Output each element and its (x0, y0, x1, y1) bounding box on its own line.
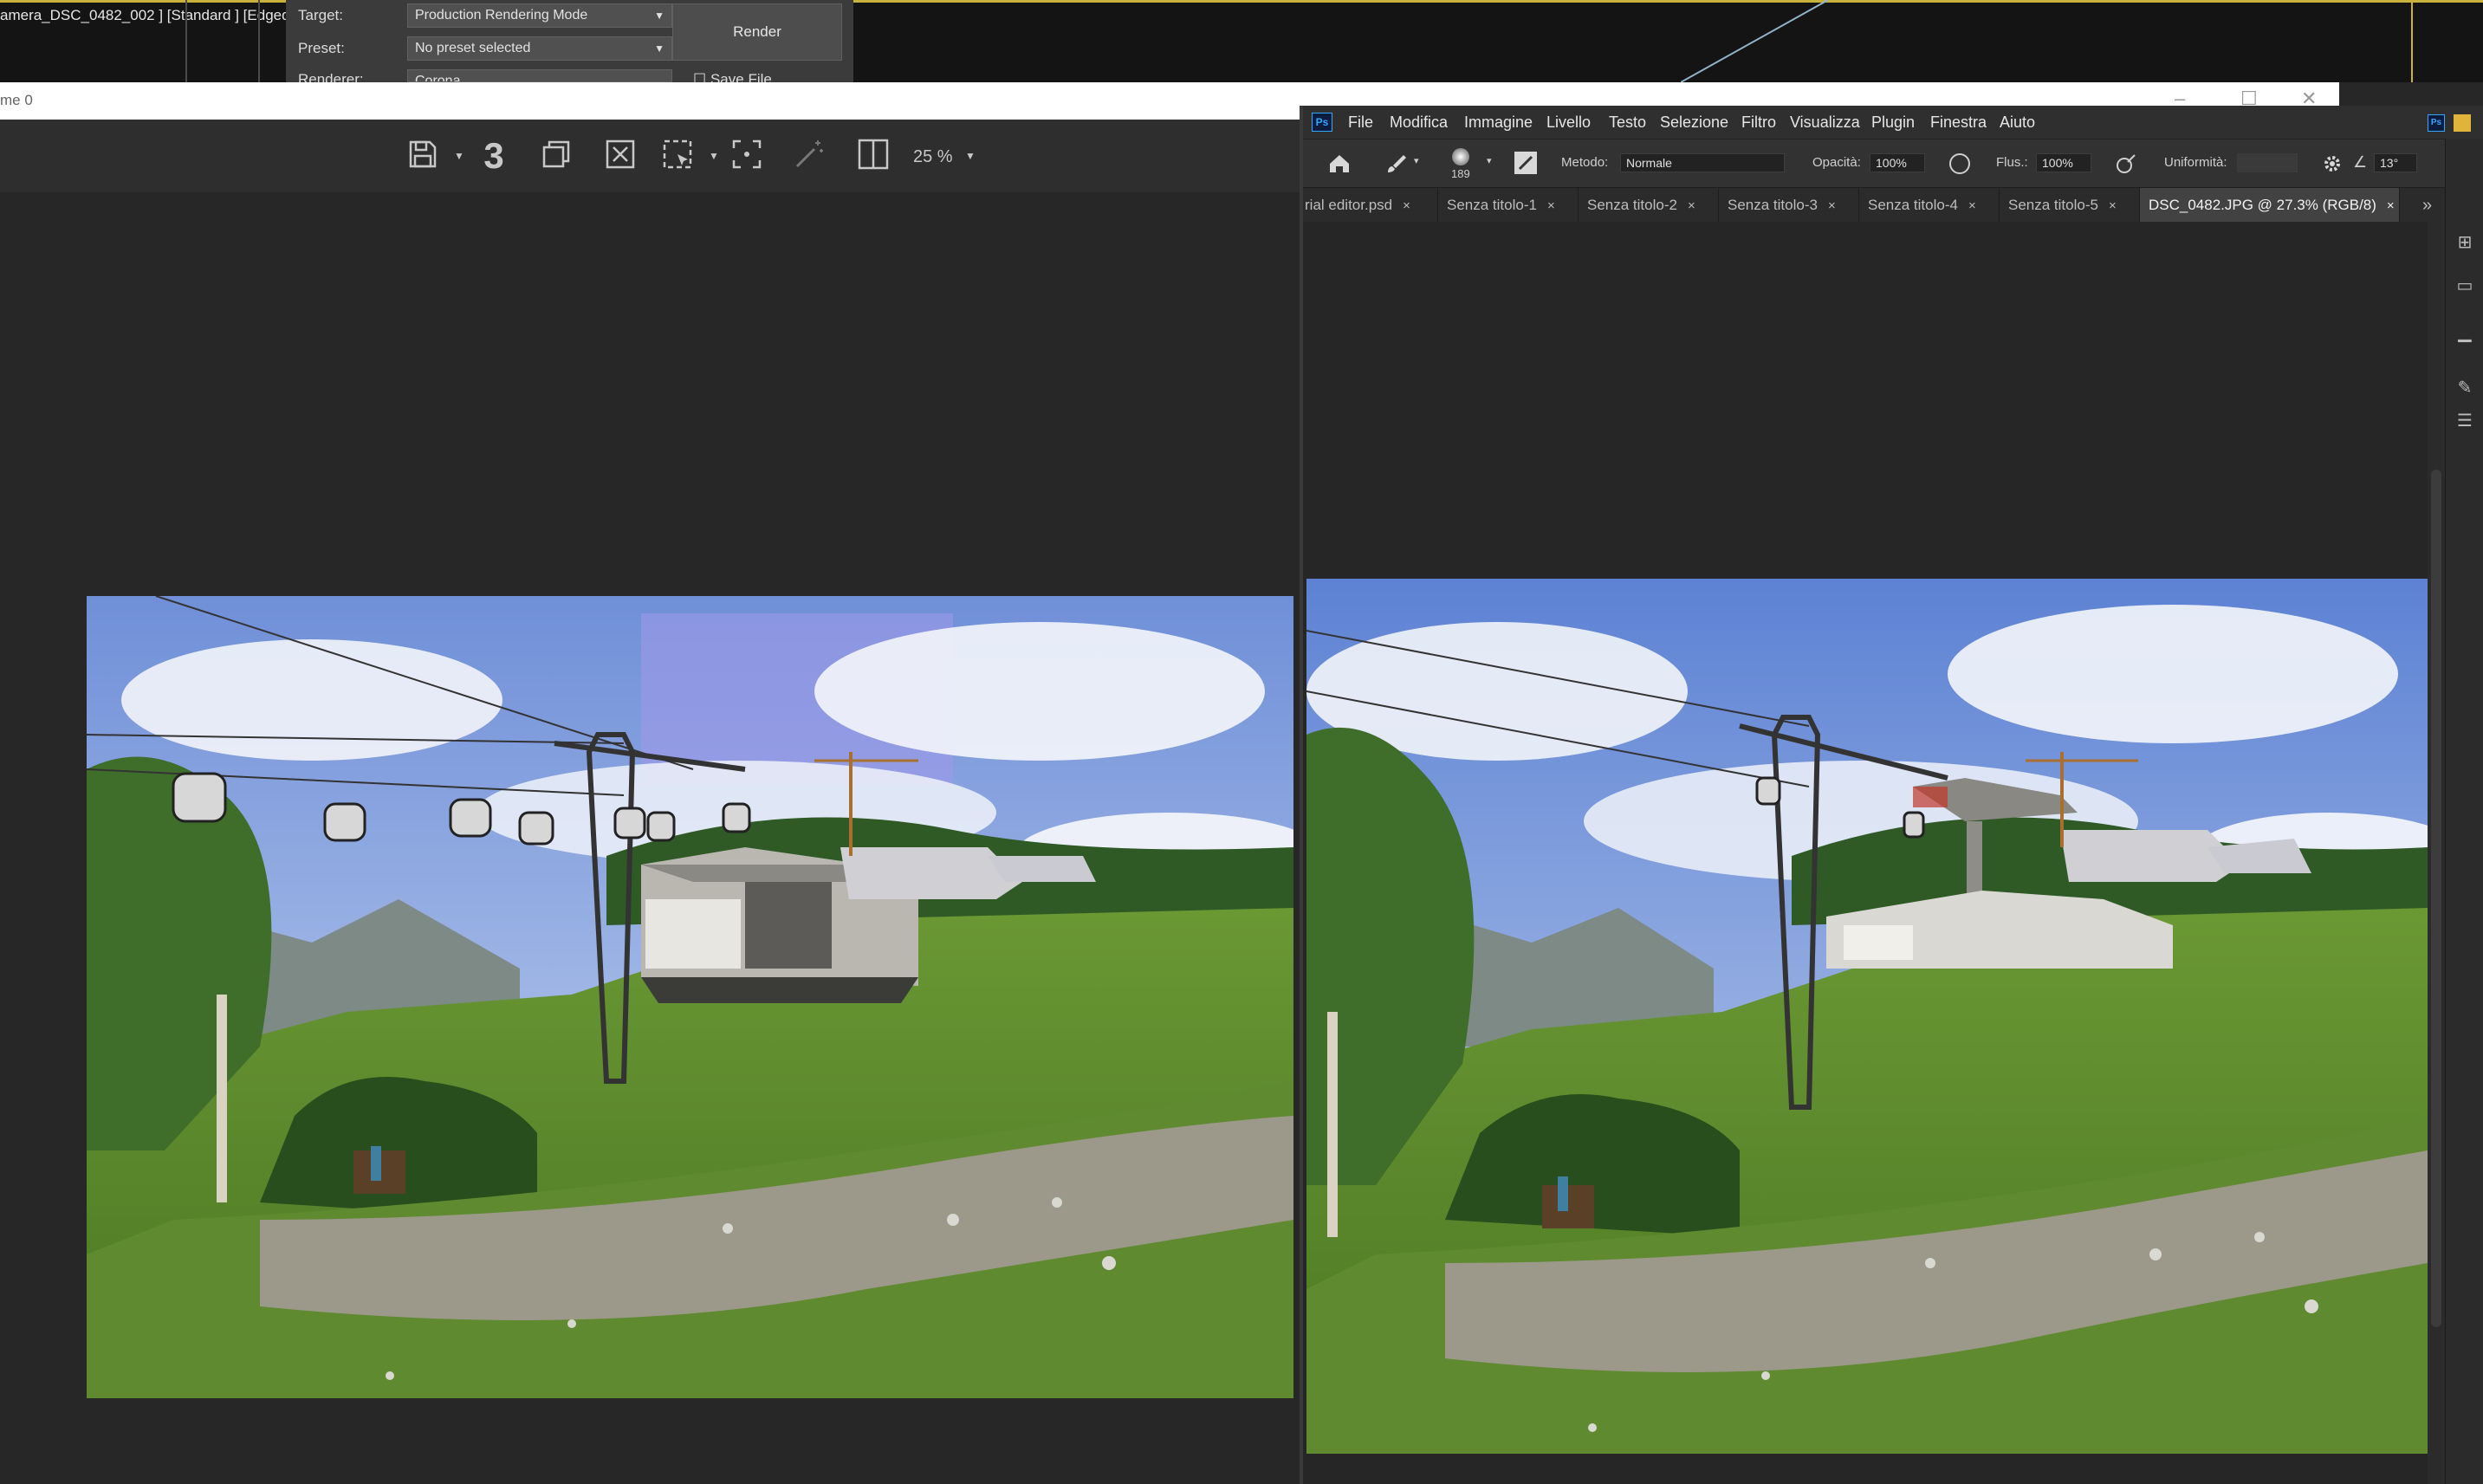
ps-logo: Ps (1312, 113, 1332, 132)
angle-value: 13° (2380, 156, 2399, 170)
menu-finestra[interactable]: Finestra (1930, 113, 1987, 132)
angle-field[interactable]: 13° (2374, 153, 2417, 172)
brush-size: 189 (1451, 167, 1470, 180)
focus-icon[interactable] (728, 137, 766, 175)
preset-select[interactable]: No preset selected ▼ (407, 36, 672, 61)
ps-document-tabs: rial editor.psd × Senza titolo-1 × Senza t… (1301, 187, 2483, 223)
close-icon[interactable]: × (2109, 198, 2117, 213)
target-value: Production Rendering Mode (415, 8, 588, 23)
divider (185, 0, 187, 82)
menu-filtro[interactable]: Filtro (1741, 113, 1776, 132)
menu-selezione[interactable]: Selezione (1660, 113, 1728, 132)
wand-icon[interactable] (790, 137, 828, 175)
opacity-field[interactable]: 100% (1870, 153, 1925, 172)
brush-panel-icon[interactable]: ✎ (2454, 378, 2475, 399)
menu-modifica[interactable]: Modifica (1390, 113, 1448, 132)
renderer-label: Renderer: (298, 71, 364, 82)
smoothing-field[interactable] (2237, 153, 2298, 172)
method-label: Metodo: (1561, 155, 1609, 170)
opacity-value: 100% (1876, 156, 1907, 170)
pressure-opacity-icon[interactable] (1949, 153, 1970, 174)
viewport-border (2411, 0, 2413, 82)
save-file-label: Save File (710, 71, 772, 82)
region-icon[interactable] (658, 137, 697, 175)
doc-tab-active[interactable]: DSC_0482.JPG @ 27.3% (RGB/8) × (2140, 188, 2400, 223)
menu-aiuto[interactable]: Aiuto (2000, 113, 2035, 132)
split-view-icon[interactable] (854, 137, 892, 175)
menu-file[interactable]: File (1348, 113, 1373, 132)
viewer-toolbar: ▼ 3 ▼ 25 % ▼ (0, 120, 1300, 192)
flow-value: 100% (2042, 156, 2073, 170)
brush-icon[interactable] (1384, 152, 1409, 176)
target-label: Target: (298, 7, 343, 23)
opacity-label: Opacità: (1812, 155, 1861, 170)
original-photo (1306, 579, 2428, 1454)
doc-tab[interactable]: Senza titolo-1 × (1438, 188, 1579, 223)
rendered-composite-image (87, 596, 1293, 1398)
renderer-value: Corona (415, 74, 461, 82)
chevron-down-icon[interactable]: ▾ (1487, 155, 1492, 166)
settings-icon[interactable] (2322, 153, 2343, 174)
close-icon[interactable]: × (1403, 198, 1410, 213)
brush-preview-icon[interactable] (1452, 148, 1469, 165)
close-icon[interactable]: × (1968, 198, 1976, 213)
doc-tab[interactable]: rial editor.psd × (1301, 188, 1438, 223)
flow-field[interactable]: 100% (2036, 153, 2091, 172)
zoom-level[interactable]: 25 % (913, 147, 953, 167)
preset-label: Preset: (298, 40, 345, 56)
folder-icon[interactable] (2454, 114, 2471, 132)
close-icon[interactable]: × (1828, 198, 1836, 213)
menu-immagine[interactable]: Immagine (1464, 113, 1533, 132)
comments-icon[interactable]: ▭ (2454, 275, 2475, 296)
ps-scroll-thumb[interactable] (2431, 470, 2441, 1327)
photoshop-window: Ps File Modifica Immagine Livello Testo … (1301, 106, 2483, 1484)
flow-label: Flus.: (1996, 155, 2028, 170)
doc-tab[interactable]: Senza titolo-3 × (1719, 188, 1859, 223)
smoothing-label: Uniformità: (2164, 155, 2227, 170)
menu-livello[interactable]: Livello (1546, 113, 1591, 132)
zoom-dropdown-icon[interactable]: ▼ (951, 137, 989, 175)
window-edge (1300, 106, 1303, 1484)
histogram-icon[interactable]: ▁ (2454, 322, 2475, 343)
close-icon[interactable]: × (2387, 198, 2395, 213)
close-icon[interactable]: × (1547, 198, 1555, 213)
properties-icon[interactable]: ☰ (2454, 411, 2475, 431)
tabs-overflow-icon[interactable]: » (2415, 188, 2445, 223)
angle-icon: ∠ (2353, 153, 2368, 171)
menu-plugin[interactable]: Plugin (1871, 113, 1915, 132)
preset-value: No preset selected (415, 41, 531, 55)
doc-tab[interactable]: Senza titolo-2 × (1579, 188, 1719, 223)
render-button[interactable]: Render (672, 3, 842, 61)
copy-icon[interactable] (537, 137, 575, 175)
chevron-down-icon[interactable]: ▾ (1414, 155, 1419, 166)
divider (258, 0, 260, 82)
renderer-select[interactable]: Corona (407, 69, 672, 82)
target-select[interactable]: Production Rendering Mode ▼ (407, 3, 672, 28)
save-file-checkbox[interactable]: ☐ Save File (693, 71, 772, 82)
dropdown-arrow-icon: ▼ (654, 10, 665, 22)
adjustments-icon[interactable]: ⊞ (2454, 232, 2475, 253)
brush-settings-icon[interactable] (1514, 152, 1537, 174)
dropdown-arrow-icon: ▼ (654, 42, 665, 55)
doc-tab[interactable]: Senza titolo-4 × (1859, 188, 2000, 223)
method-select[interactable]: Normale (1620, 153, 1785, 172)
ps-panel-dock: ⊞ ▭ ▁ ✎ ☰ (2445, 139, 2483, 1484)
home-icon[interactable] (1327, 152, 1352, 176)
clear-icon[interactable] (601, 137, 639, 175)
render-count[interactable]: 3 (475, 137, 513, 175)
doc-tab[interactable]: Senza titolo-5 × (2000, 188, 2140, 223)
save-dropdown-icon[interactable]: ▼ (440, 137, 478, 175)
menu-visualizza[interactable]: Visualizza (1790, 113, 1860, 132)
close-icon[interactable]: × (1688, 198, 1695, 213)
viewer-title: me 0 (0, 92, 33, 108)
menu-testo[interactable]: Testo (1609, 113, 1646, 132)
airbrush-icon[interactable] (2116, 153, 2136, 174)
viewport-guide-line (1681, 0, 1829, 82)
save-icon[interactable] (404, 137, 442, 175)
method-value: Normale (1626, 156, 1672, 170)
ps-menubar: Ps File Modifica Immagine Livello Testo … (1301, 106, 2483, 139)
ps-options-bar: ▾ 189 ▾ Metodo: Normale Opacità: 100% Fl… (1301, 139, 2483, 188)
ps-app-icon[interactable]: Ps (2428, 114, 2445, 132)
